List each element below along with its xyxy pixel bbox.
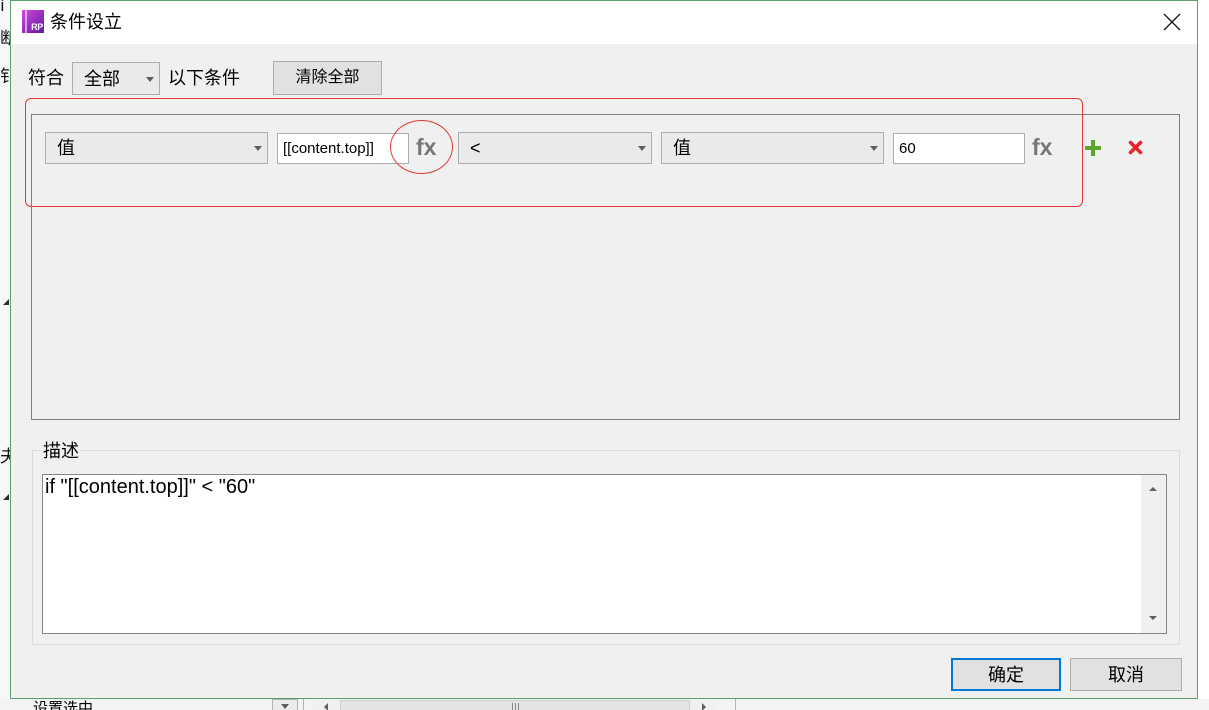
scroll-left-button[interactable]: [313, 700, 340, 710]
plus-icon[interactable]: [1085, 140, 1101, 156]
cancel-button[interactable]: 取消: [1070, 658, 1182, 691]
divider: [735, 699, 736, 710]
left-operand-type-selected: 值: [57, 138, 75, 158]
description-label: 描述: [41, 440, 81, 462]
title-bar[interactable]: RP 条件设立: [11, 1, 1197, 44]
background-window-bottom-edge: 设置选中: [0, 699, 1209, 710]
condition-setup-dialog: RP 条件设立 符合 全部 以下条件 清除全部 值 fx < 值: [10, 0, 1198, 699]
left-operand-type-dropdown[interactable]: 值: [45, 132, 268, 164]
match-mode-dropdown[interactable]: 全部: [72, 62, 160, 95]
tree-item-set-selected[interactable]: 设置选中: [33, 700, 93, 710]
scroll-right-button[interactable]: [690, 700, 717, 710]
scroll-grip-icon: [512, 703, 513, 710]
description-textarea[interactable]: if "[[content.top]]" < "60": [42, 474, 1167, 634]
clear-all-label: 清除全部: [295, 69, 360, 86]
ok-button[interactable]: 确定: [951, 658, 1061, 691]
chevron-down-icon: [146, 76, 154, 82]
operator-selected: <: [470, 138, 481, 158]
background-dropdown[interactable]: [272, 699, 298, 710]
operator-dropdown[interactable]: <: [458, 132, 652, 164]
match-prefix-label: 符合: [28, 68, 64, 88]
clear-all-button[interactable]: 清除全部: [273, 61, 382, 95]
right-fx-button[interactable]: fx: [1032, 135, 1052, 159]
right-operand-type-selected: 值: [673, 138, 691, 158]
match-suffix-label: 以下条件: [168, 68, 240, 88]
right-operand-type-dropdown[interactable]: 值: [661, 132, 884, 164]
chevron-down-icon: [281, 704, 289, 709]
scroll-grip-icon: [515, 703, 516, 710]
ok-button-label: 确定: [988, 664, 1024, 685]
description-vertical-scrollbar[interactable]: [1141, 475, 1166, 633]
tree-expand-icon[interactable]: [3, 494, 9, 500]
condition-list-panel: 值 fx < 值 fx: [31, 114, 1180, 420]
divider: [272, 699, 273, 710]
arrow-left-icon: [324, 703, 328, 710]
background-text-fragment: ì: [0, 0, 5, 15]
close-icon: [1163, 13, 1181, 31]
tree-expand-icon[interactable]: [3, 299, 9, 305]
divider: [303, 699, 304, 710]
delete-x-icon: [1128, 140, 1143, 155]
chevron-down-icon: [254, 146, 262, 151]
chevron-down-icon: [638, 146, 646, 151]
arrow-right-icon: [702, 703, 706, 710]
arrow-up-icon[interactable]: [1149, 487, 1157, 491]
axure-rp-app-icon: RP: [22, 10, 44, 33]
left-operand-value-input[interactable]: [277, 133, 409, 164]
chevron-down-icon: [870, 146, 878, 151]
horizontal-scroll-thumb[interactable]: [340, 700, 690, 710]
dialog-title: 条件设立: [50, 12, 122, 32]
app-icon-label: RP: [31, 22, 43, 32]
scroll-grip-icon: [518, 703, 519, 710]
match-mode-selected: 全部: [84, 68, 120, 89]
right-operand-value-input[interactable]: [893, 133, 1025, 164]
close-button[interactable]: [1162, 12, 1182, 32]
arrow-down-icon[interactable]: [1149, 616, 1157, 620]
cancel-button-label: 取消: [1108, 664, 1144, 685]
left-fx-button[interactable]: fx: [416, 135, 436, 159]
remove-condition-button[interactable]: [1128, 140, 1143, 155]
